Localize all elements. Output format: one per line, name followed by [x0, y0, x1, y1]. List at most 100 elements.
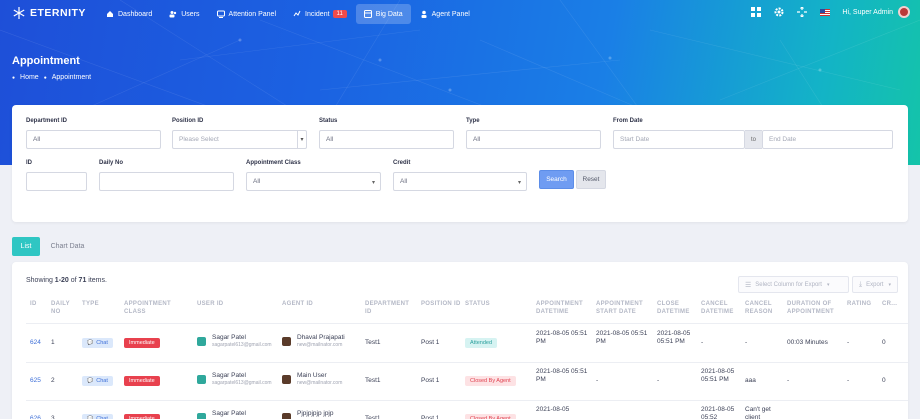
column-header[interactable]: Type: [82, 300, 122, 308]
nav-agent-panel[interactable]: Agent Panel: [412, 4, 478, 24]
agent-cell: Main User new@mailnator.com: [282, 372, 342, 387]
reset-button[interactable]: Reset: [576, 170, 606, 189]
daily-no-cell: 2: [51, 377, 55, 384]
daily-no-cell: 3: [51, 415, 55, 419]
tab-list[interactable]: List: [12, 237, 40, 256]
position-id-select[interactable]: Please Select ▾: [172, 130, 307, 149]
agent-name[interactable]: Main User: [297, 372, 342, 380]
status-input[interactable]: All: [319, 130, 454, 149]
user-name[interactable]: Sagar Patel: [212, 372, 272, 380]
appointment-id-link[interactable]: 625: [30, 377, 41, 385]
nav-incident[interactable]: Incident 11: [285, 4, 355, 24]
column-header[interactable]: Cr...: [882, 300, 902, 308]
appointment-class-chip: Immediate: [124, 338, 160, 348]
column-header[interactable]: User ID: [197, 300, 277, 308]
nav-attention-panel[interactable]: Attention Panel: [209, 4, 284, 24]
tab-chart-data[interactable]: Chart Data: [40, 237, 95, 256]
user-name[interactable]: Sagar Patel: [212, 410, 246, 418]
appointment-class-chip: Immediate: [124, 414, 160, 419]
appointment-class-select[interactable]: All ▾: [246, 172, 381, 191]
cancel-reason-cell: Can't get client: [745, 406, 771, 419]
user-info: Sagar Patel sagarpatel613@gmail.com: [212, 334, 272, 349]
settings-gear-icon[interactable]: [774, 7, 784, 17]
column-header[interactable]: Appointment Start Date: [596, 300, 654, 316]
agent-avatar: [282, 413, 291, 419]
column-header[interactable]: Appointment Datetime: [536, 300, 594, 316]
column-header[interactable]: Duration of Appointment: [787, 300, 845, 316]
chevron-down-icon: ▾: [517, 180, 521, 186]
column-header[interactable]: Agent ID: [282, 300, 362, 308]
column-header[interactable]: Position ID: [421, 300, 463, 308]
column-header[interactable]: ID: [30, 300, 50, 308]
credit-value: All: [400, 178, 408, 185]
agent-name[interactable]: Dhaval Prajapati: [297, 334, 345, 342]
type-label: Chat: [96, 378, 108, 384]
chevron-down-icon: ▾: [297, 131, 306, 148]
user-cell: Sagar Patel sagarpatel613@gmail.com: [197, 372, 272, 387]
type-label: Chat: [96, 340, 108, 346]
appointment-id-link[interactable]: 626: [30, 415, 41, 419]
credit-select[interactable]: All ▾: [393, 172, 527, 191]
grid-apps-icon[interactable]: [751, 7, 762, 17]
user-avatar[interactable]: [898, 6, 910, 18]
brand-name: ETERNITY: [30, 7, 86, 19]
department-id-input[interactable]: All: [26, 130, 161, 149]
end-date-input[interactable]: End Date: [762, 130, 893, 149]
nav-big-data[interactable]: Big Data: [355, 4, 411, 24]
incident-count-badge: 11: [332, 10, 347, 18]
column-header[interactable]: Daily No: [51, 300, 81, 316]
type-input[interactable]: All: [466, 130, 601, 149]
status-badge: Closed By Agent: [465, 376, 516, 386]
select-columns-button[interactable]: ☰ Select Column for Export ▾: [738, 276, 849, 293]
select-columns-label: Select Column for Export: [755, 281, 822, 288]
brand-logo[interactable]: ETERNITY: [12, 6, 86, 20]
search-button[interactable]: Search: [539, 170, 574, 189]
row-divider: [26, 400, 908, 401]
agent-icon: [421, 10, 427, 18]
user-name[interactable]: Sagar Patel: [212, 334, 272, 342]
user-greeting[interactable]: Hi, Super Admin: [842, 9, 893, 16]
fullscreen-icon[interactable]: [797, 7, 808, 17]
date-range-to: to: [745, 130, 762, 149]
position-id-label: Position ID: [172, 118, 204, 124]
appointment-datetime-cell: 2021-08-05 05:51 PM: [536, 330, 588, 345]
nav-users-label: Users: [181, 10, 200, 18]
appointment-class-label: Appointment Class: [246, 160, 301, 166]
top-navbar: ETERNITY Dashboard Users Attention Panel…: [0, 0, 920, 28]
chevron-down-icon: ▾: [371, 180, 375, 186]
id-input[interactable]: [26, 172, 87, 191]
appointment-id-link[interactable]: 624: [30, 339, 41, 347]
user-info: Sagar Patel sagarpatel613@gmail.com: [212, 372, 272, 387]
export-button[interactable]: ⤓ Export ▾: [852, 276, 898, 293]
nav-users[interactable]: Users: [161, 4, 207, 24]
user-avatar: [197, 375, 206, 384]
type-label: Type: [466, 118, 480, 124]
daily-no-input[interactable]: [99, 172, 234, 191]
user-cell: Sagar Patel: [197, 410, 246, 419]
incident-icon: [293, 10, 301, 17]
nav-big-data-label: Big Data: [375, 10, 403, 18]
home-icon: [107, 11, 113, 17]
list-icon: ☰: [745, 281, 752, 289]
column-header[interactable]: Department ID: [365, 300, 417, 316]
breadcrumb: ● Home ● Appointment: [12, 74, 91, 81]
column-header[interactable]: Status: [465, 300, 533, 308]
column-header[interactable]: Cancel Reason: [745, 300, 785, 316]
us-flag-icon[interactable]: [820, 8, 831, 16]
start-date-placeholder: Start Date: [620, 136, 650, 143]
main-nav: Dashboard Users Attention Panel Incident…: [98, 4, 479, 24]
start-date-input[interactable]: Start Date: [613, 130, 745, 149]
agent-avatar: [282, 337, 291, 346]
view-tabs: List Chart Data: [12, 237, 95, 256]
column-header[interactable]: Rating: [847, 300, 881, 308]
chat-icon: 💬: [87, 340, 94, 346]
breadcrumb-home[interactable]: Home: [20, 74, 39, 81]
agent-name[interactable]: Pjpjpjpjp jpjp: [297, 410, 334, 418]
rating-cell: -: [847, 377, 850, 384]
column-header[interactable]: Close Datetime: [657, 300, 699, 316]
column-header[interactable]: Cancel Datetime: [701, 300, 743, 316]
summary-range: 1-20: [54, 277, 69, 284]
column-header[interactable]: Appointment Class: [124, 300, 194, 316]
duration-cell: -: [787, 377, 790, 384]
nav-dashboard[interactable]: Dashboard: [98, 4, 160, 24]
